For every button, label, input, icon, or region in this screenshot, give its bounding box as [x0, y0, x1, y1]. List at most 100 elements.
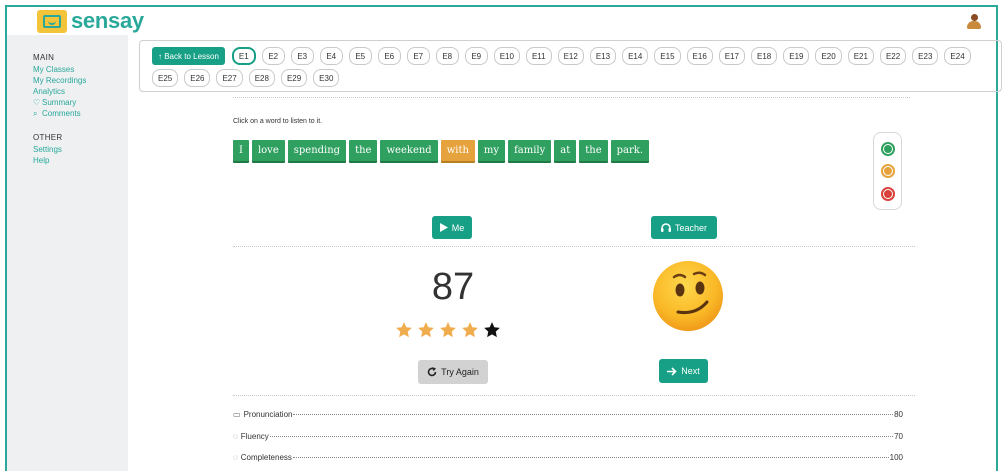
metric-fluency: ◌ Fluency 70: [233, 432, 903, 441]
smirk-face-icon: [653, 261, 723, 331]
star-filled-icon: [440, 322, 456, 338]
exercise-pill-e18[interactable]: E18: [751, 47, 778, 65]
exercise-pill-e12[interactable]: E12: [557, 47, 584, 65]
metric-label: Pronunciation: [243, 410, 293, 419]
trophy-icon: ♡: [33, 98, 41, 107]
exercise-pill-e16[interactable]: E16: [686, 47, 713, 65]
exercise-pill-e4[interactable]: E4: [319, 47, 343, 65]
comments-icon: ⌕: [33, 109, 38, 118]
ok-face-icon: [880, 164, 895, 178]
exercise-pill-e19[interactable]: E19: [783, 47, 810, 65]
exercise-pill-e23[interactable]: E23: [912, 47, 939, 65]
exercise-pill-e15[interactable]: E15: [654, 47, 681, 65]
score-legend: [873, 132, 902, 210]
word-button[interactable]: spending: [287, 140, 347, 161]
play-me-label: Me: [451, 222, 465, 233]
exercise-pill-e2[interactable]: E2: [261, 47, 285, 65]
metric-value: 100: [889, 453, 903, 462]
exercise-pill-e22[interactable]: E22: [879, 47, 907, 65]
star-empty-icon: [484, 322, 500, 338]
exercise-pill-e8[interactable]: E8: [435, 47, 459, 65]
exercise-pill-e6[interactable]: E6: [377, 47, 401, 65]
exercise-pill-e9[interactable]: E9: [464, 47, 488, 65]
word-button[interactable]: love: [251, 140, 285, 161]
exercise-pill-e11[interactable]: E11: [525, 47, 552, 65]
star-filled-icon: [462, 322, 478, 338]
word-button[interactable]: my: [477, 140, 506, 161]
exercise-pill-e17[interactable]: E17: [718, 47, 745, 65]
bad-face-icon: [880, 186, 895, 201]
headphones-icon: [660, 223, 671, 232]
sidebar-item-summary[interactable]: ♡ Summary: [33, 97, 128, 108]
exercise-bar: ↑ Back to Lesson E1 E2 E3 E4 E5 E6 E7 E8 E9 E10 E1…: [139, 40, 1002, 92]
exercise-pill-e21[interactable]: E21: [847, 47, 874, 65]
redo-icon: [427, 367, 437, 377]
play-teacher-label: Teacher: [674, 222, 708, 233]
play-icon: [439, 223, 448, 232]
sidebar-item-my-recordings[interactable]: My Recordings: [33, 75, 128, 86]
word-button[interactable]: weekend: [380, 140, 438, 161]
word-button[interactable]: with: [440, 140, 475, 161]
sidebar-item-settings[interactable]: Settings: [33, 144, 128, 155]
sentence-words: Ilove spending the weekend with my family at the…: [233, 140, 650, 161]
instruction-text: Click on a word to listen to it.: [233, 118, 323, 125]
exercise-pill-e24[interactable]: E24: [944, 47, 971, 65]
divider: [233, 246, 915, 247]
word-button[interactable]: family: [508, 140, 552, 161]
sidebar-item-label: Summary: [42, 98, 77, 107]
exercise-pill-e29[interactable]: E29: [280, 69, 308, 87]
star-rating: [395, 321, 501, 339]
sidebar-item-comments[interactable]: ⌕ Comments: [33, 108, 128, 119]
logo[interactable]: sensay: [37, 8, 144, 34]
top-bar: sensay: [7, 7, 996, 35]
metric-pronunciation: ▭ Pronunciation 80: [233, 410, 903, 419]
word-button[interactable]: the: [579, 140, 608, 161]
arrow-right-icon: [667, 366, 677, 376]
avatar[interactable]: [966, 13, 982, 29]
exercise-pill-e20[interactable]: E20: [815, 47, 842, 65]
sidebar-heading-other: OTHER: [33, 133, 63, 142]
exercise-pill-e3[interactable]: E3: [290, 47, 314, 65]
sidebar-heading-main: MAIN: [33, 53, 55, 62]
word-button[interactable]: at: [554, 140, 577, 161]
good-face-icon: [880, 141, 895, 156]
divider: [233, 395, 915, 396]
logo-icon: [37, 9, 67, 33]
star-filled-icon: [396, 322, 412, 338]
chat-icon: ◌: [233, 453, 238, 462]
sidebar-item-my-classes[interactable]: My Classes: [33, 64, 128, 75]
exercise-pill-e26[interactable]: E26: [184, 69, 211, 87]
score-value: 87: [431, 266, 475, 308]
word-button[interactable]: park.: [610, 140, 650, 161]
exercise-pill-e1[interactable]: E1: [231, 47, 256, 65]
next-label: Next: [681, 366, 700, 376]
sidebar-item-help[interactable]: Help: [33, 155, 128, 166]
word-button[interactable]: the: [349, 140, 378, 161]
play-teacher-button[interactable]: Teacher: [651, 216, 717, 239]
back-to-lesson-button[interactable]: ↑ Back to Lesson: [152, 47, 225, 65]
exercise-pill-e25[interactable]: E25: [152, 69, 179, 87]
sidebar-item-label: Comments: [42, 109, 81, 118]
metric-value: 70: [894, 432, 903, 441]
next-button[interactable]: Next: [659, 359, 708, 383]
sidebar: MAIN My Classes My Recordings Analytics …: [7, 35, 128, 471]
divider: [233, 97, 910, 98]
exercise-pill-e7[interactable]: E7: [406, 47, 430, 65]
star-filled-icon: [418, 322, 434, 338]
chat-icon: ◌: [233, 432, 238, 441]
logo-text: sensay: [71, 8, 144, 33]
exercise-pill-e28[interactable]: E28: [248, 69, 275, 87]
exercise-pill-e14[interactable]: E14: [622, 47, 649, 65]
sidebar-item-analytics[interactable]: Analytics: [33, 86, 128, 97]
exercise-pill-e13[interactable]: E13: [589, 47, 617, 65]
try-again-button[interactable]: Try Again: [418, 360, 488, 384]
exercise-pill-e30[interactable]: E30: [313, 69, 340, 87]
exercise-pill-e5[interactable]: E5: [348, 47, 372, 65]
play-me-button[interactable]: Me: [432, 216, 472, 239]
exercise-pill-e27[interactable]: E27: [216, 69, 243, 87]
exercise-pill-e10[interactable]: E10: [493, 47, 520, 65]
word-button[interactable]: I: [233, 140, 249, 161]
metric-completeness: ◌ Completeness 100: [233, 453, 903, 462]
metric-label: Completeness: [240, 453, 292, 462]
metric-label: Fluency: [240, 432, 269, 441]
